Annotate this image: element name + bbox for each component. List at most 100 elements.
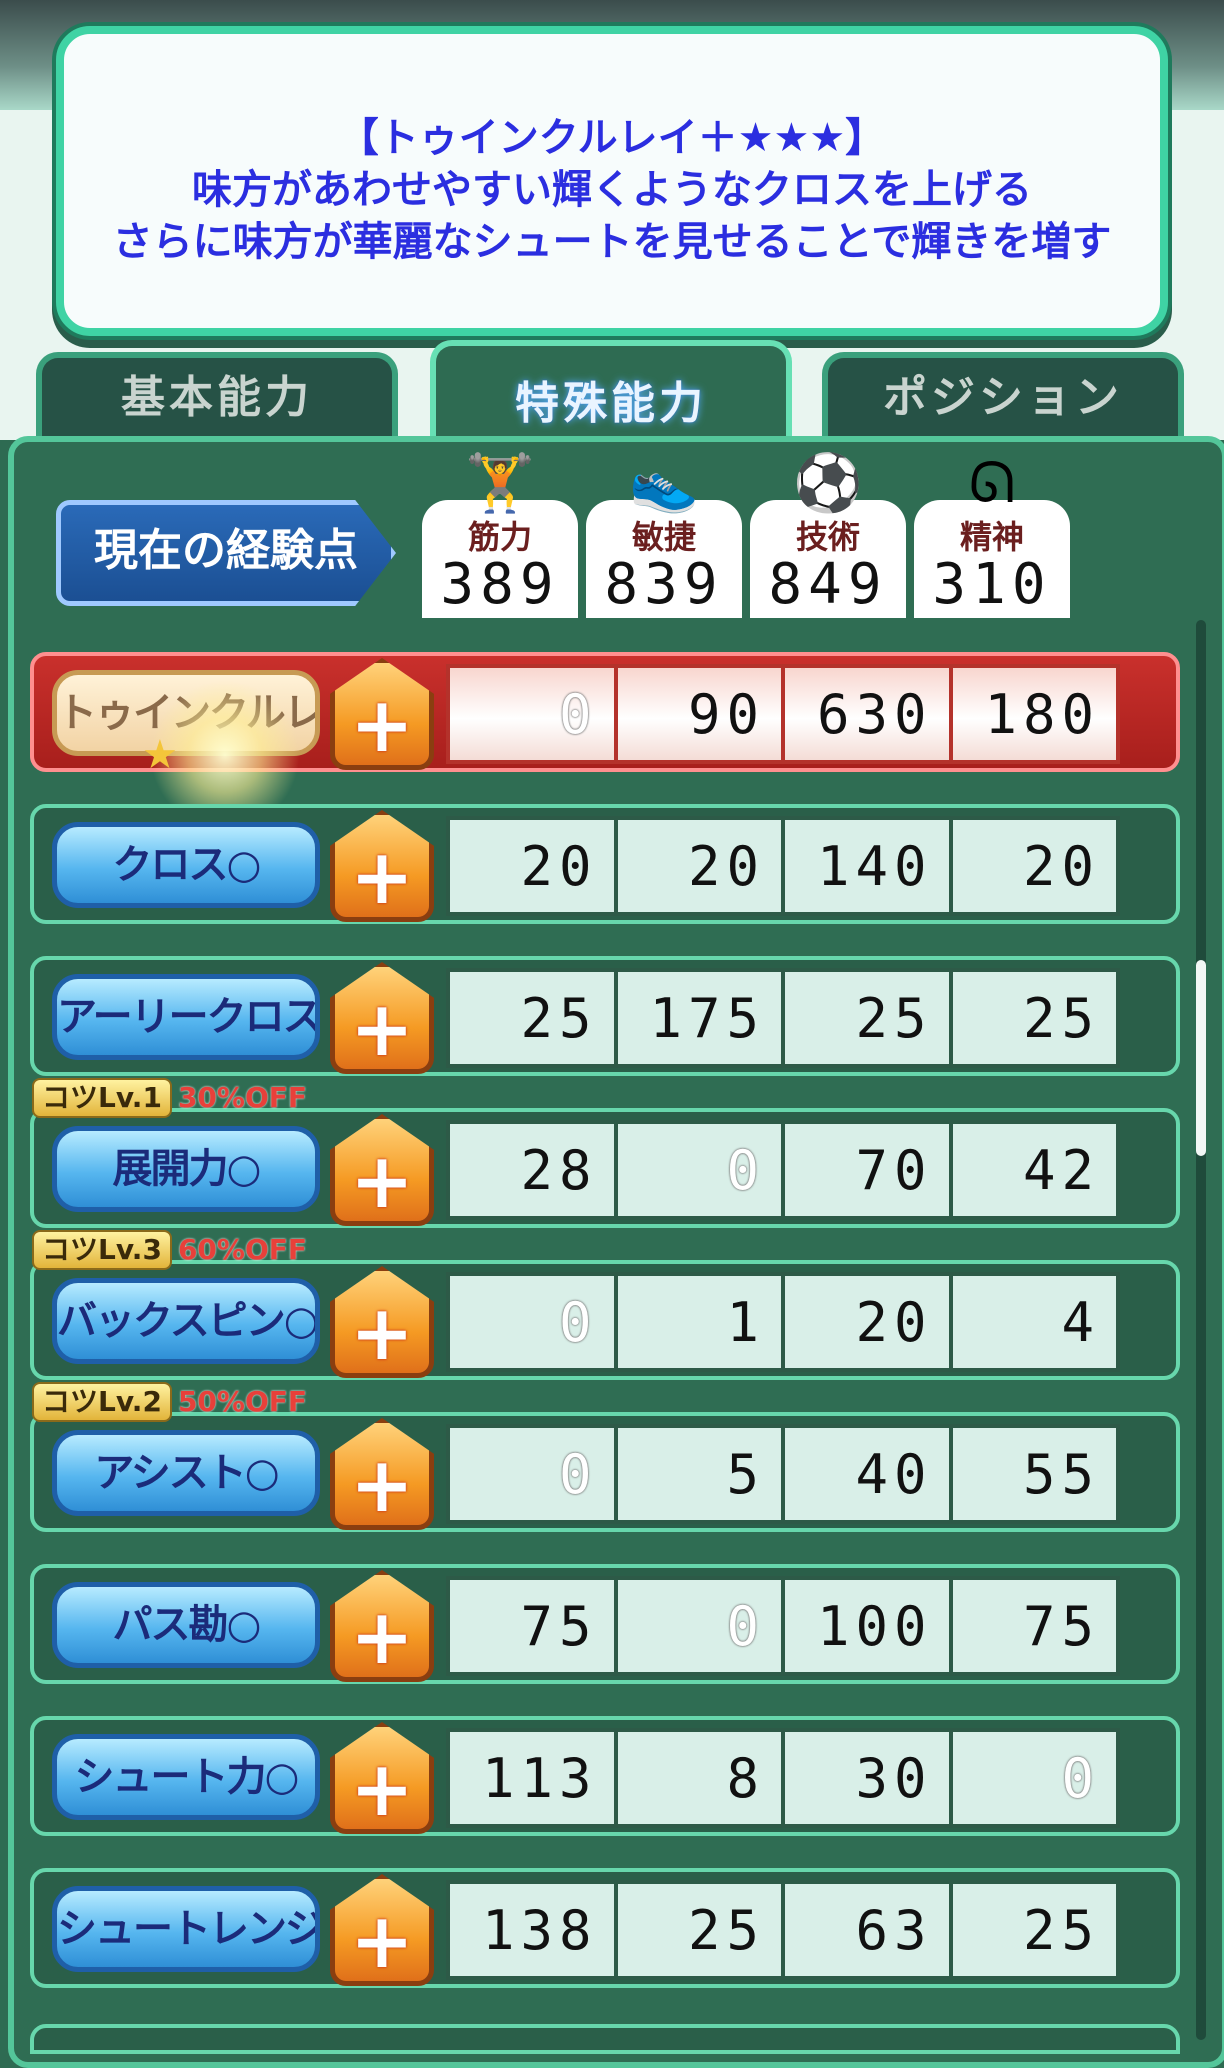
acquire-button[interactable]: + <box>330 1570 434 1682</box>
cost-strength: 25 <box>450 972 618 1064</box>
acquire-button[interactable]: + <box>330 1114 434 1226</box>
cost-agility: 0 <box>618 1124 785 1216</box>
skill-row-partial <box>30 2024 1180 2054</box>
scrollbar-track[interactable] <box>1196 620 1206 2040</box>
skill-button[interactable]: アーリークロス○ <box>52 974 320 1060</box>
tab-bar: 基本能力 特殊能力 ポジション <box>0 340 1224 450</box>
tooltip-line-3: さらに味方が華麗なシュートを見せることで輝きを増す <box>112 219 1112 265</box>
cost-agility: 90 <box>618 668 785 760</box>
cost-technique: 63 <box>785 1884 953 1976</box>
cost-cells: 28 0 70 42 <box>446 1120 1120 1220</box>
cost-spirit: 4 <box>1061 1291 1100 1354</box>
plus-icon: + <box>350 984 414 1073</box>
cost-spirit: 180 <box>984 683 1100 746</box>
plus-icon: + <box>350 1440 414 1529</box>
koto-badge: コツLv.1 30%OFF <box>32 1078 308 1118</box>
acquire-button[interactable]: + <box>330 658 434 770</box>
barbell-icon: 🏋 <box>465 451 535 516</box>
cost-spirit: 55 <box>1022 1443 1100 1506</box>
cost-technique: 100 <box>785 1580 953 1672</box>
stat-value: 849 <box>768 552 888 617</box>
plus-icon: + <box>350 1592 414 1681</box>
cost-spirit: 0 <box>1061 1747 1100 1810</box>
skill-button[interactable]: シュートレンジ○ <box>52 1886 320 1972</box>
acquire-button[interactable]: + <box>330 1722 434 1834</box>
stat-strength: 🏋 筋力 389 <box>422 454 578 618</box>
tab-special-ability[interactable]: 特殊能力 <box>430 340 792 450</box>
cost-technique: 140 <box>785 820 953 912</box>
acquire-button[interactable]: + <box>330 1418 434 1530</box>
skill-button[interactable]: 展開力○ <box>52 1126 320 1212</box>
cost-strength: 0 <box>450 668 618 760</box>
cost-agility: 1 <box>618 1276 785 1368</box>
cost-cells: 25 175 25 25 <box>446 968 1120 1068</box>
plus-icon: + <box>350 1744 414 1833</box>
koto-badge: コツLv.2 50%OFF <box>32 1382 308 1422</box>
cost-cells: 20 20 140 20 <box>446 816 1120 916</box>
cost-strength: 75 <box>450 1580 618 1672</box>
cost-technique: 20 <box>785 1276 953 1368</box>
tab-position[interactable]: ポジション <box>822 352 1184 438</box>
cost-spirit: 75 <box>1022 1595 1100 1658</box>
cost-agility: 8 <box>618 1732 785 1824</box>
skill-row: コツLv.3 60%OFF バックスピン○ + 0 1 20 4 <box>30 1230 1180 1380</box>
koto-level: コツLv.1 <box>32 1078 172 1118</box>
skill-row: コツLv.1 30%OFF 展開力○ + 28 0 70 42 <box>30 1078 1180 1228</box>
discount-label: 30%OFF <box>177 1081 308 1114</box>
skill-row: コツLv.2 50%OFF アシスト○ + 0 5 40 55 <box>30 1382 1180 1532</box>
discount-label: 60%OFF <box>177 1233 308 1266</box>
cost-spirit: 25 <box>1022 1899 1100 1962</box>
cost-cells: 75 0 100 75 <box>446 1576 1120 1676</box>
skill-button[interactable]: シュート力○ <box>52 1734 320 1820</box>
koto-badge: コツLv.3 60%OFF <box>32 1230 308 1270</box>
cost-technique: 30 <box>785 1732 953 1824</box>
cost-spirit: 42 <box>1022 1139 1100 1202</box>
spirit-flame-icon: ᘏ <box>968 451 1016 516</box>
cost-agility: 25 <box>618 1884 785 1976</box>
cost-cells: 0 5 40 55 <box>446 1424 1120 1524</box>
skill-button[interactable]: バックスピン○ <box>52 1278 320 1364</box>
ball-icon: ⚽ <box>793 451 863 516</box>
skill-button[interactable]: アシスト○ <box>52 1430 320 1516</box>
stat-value: 389 <box>440 552 560 617</box>
stat-agility: 👟 敏捷 839 <box>586 454 742 618</box>
cost-strength: 113 <box>450 1732 618 1824</box>
tooltip-title: 【トゥインクルレイ＋★★★】 <box>338 115 886 161</box>
skill-row: シュート力○ + 113 8 30 0 <box>30 1716 1180 1836</box>
scrollbar-thumb[interactable] <box>1196 960 1206 1156</box>
cost-agility: 20 <box>618 820 785 912</box>
cost-strength: 138 <box>450 1884 618 1976</box>
acquire-button[interactable]: + <box>330 1874 434 1986</box>
star-icon: ★ <box>142 732 178 778</box>
discount-label: 50%OFF <box>177 1385 308 1418</box>
cost-technique: 70 <box>785 1124 953 1216</box>
cost-cells: 0 1 20 4 <box>446 1272 1120 1372</box>
cost-technique: 630 <box>785 668 953 760</box>
cost-technique: 40 <box>785 1428 953 1520</box>
tab-basic-ability[interactable]: 基本能力 <box>36 352 398 438</box>
acquire-button[interactable]: + <box>330 810 434 922</box>
acquire-button[interactable]: + <box>330 962 434 1074</box>
cost-cells: 138 25 63 25 <box>446 1880 1120 1980</box>
cost-agility: 5 <box>618 1428 785 1520</box>
koto-level: コツLv.2 <box>32 1382 172 1422</box>
skill-button[interactable]: パス勘○ <box>52 1582 320 1668</box>
skill-row: アーリークロス○ + 25 175 25 25 <box>30 956 1180 1076</box>
plus-icon: + <box>350 680 414 769</box>
shoe-icon: 👟 <box>629 451 699 516</box>
experience-label: 現在の経験点 <box>56 500 396 606</box>
skill-row: クロス○ + 20 20 140 20 <box>30 804 1180 924</box>
plus-icon: + <box>350 1896 414 1985</box>
skill-button[interactable]: クロス○ <box>52 822 320 908</box>
stat-value: 839 <box>604 552 724 617</box>
tooltip-line-2: 味方があわせやすい輝くようなクロスを上げる <box>192 167 1032 213</box>
acquire-button[interactable]: + <box>330 1266 434 1378</box>
skill-description-tooltip: 【トゥインクルレイ＋★★★】 味方があわせやすい輝くようなクロスを上げる さらに… <box>56 26 1168 336</box>
plus-icon: + <box>350 1136 414 1225</box>
cost-spirit: 20 <box>1022 835 1100 898</box>
plus-icon: + <box>350 1288 414 1377</box>
cost-cells: 113 8 30 0 <box>446 1728 1120 1828</box>
koto-level: コツLv.3 <box>32 1230 172 1270</box>
cost-agility: 0 <box>618 1580 785 1672</box>
skill-row: シュートレンジ○ + 138 25 63 25 <box>30 1868 1180 1988</box>
